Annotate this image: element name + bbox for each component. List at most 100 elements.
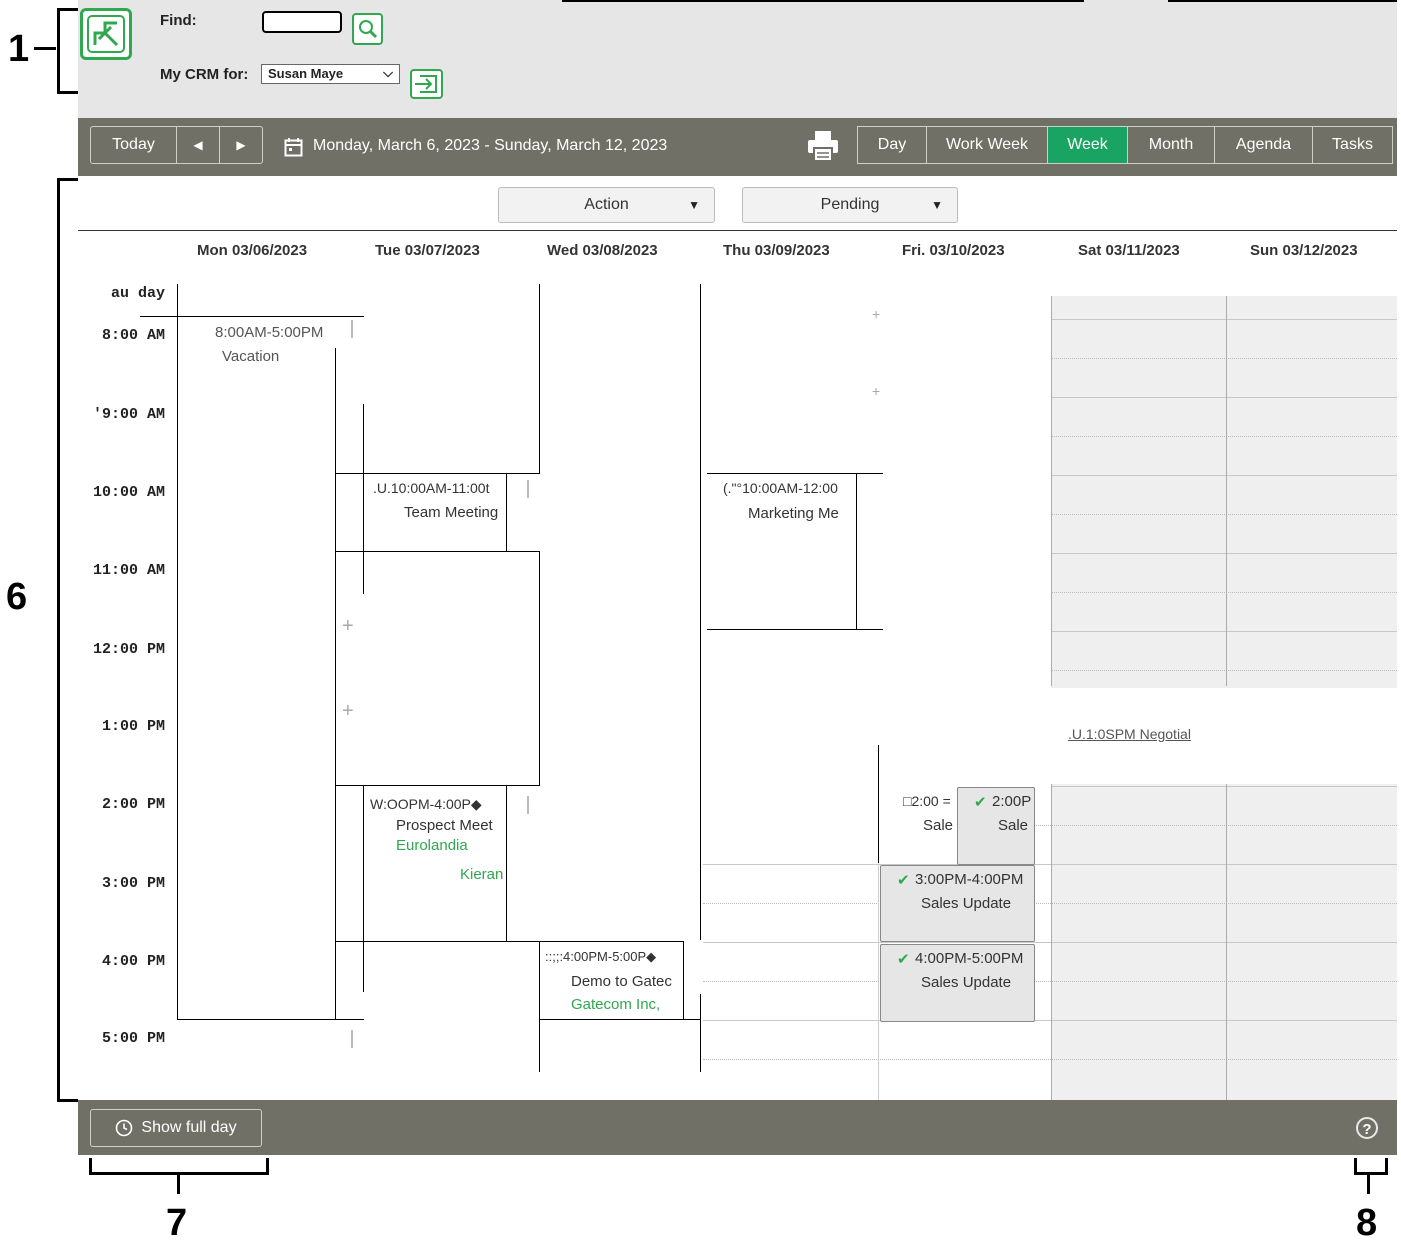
view-day-button[interactable]: Day xyxy=(858,127,927,163)
caret-down-icon: ▼ xyxy=(688,198,700,212)
check-icon: ✔ xyxy=(897,872,910,889)
chevron-down-icon: ⌵ xyxy=(383,65,393,80)
grid-line xyxy=(1051,786,1397,787)
time-label: 4:00 PM xyxy=(101,953,165,970)
event-sat-negotiation[interactable]: .U.1:0SPM Negotial xyxy=(1068,726,1191,742)
view-switcher: Day Work Week Week Month Agenda Tasks xyxy=(857,126,1393,164)
date-range: Monday, March 6, 2023 - Sunday, March 12… xyxy=(313,137,668,154)
search-icon xyxy=(359,20,378,39)
show-full-day-button[interactable]: Show full day xyxy=(90,1109,262,1147)
allday-label: au day xyxy=(110,285,165,302)
day-header-thu[interactable]: Thu 03/09/2023 xyxy=(723,242,830,259)
column-line xyxy=(700,994,701,1072)
enter-arrow-icon xyxy=(415,75,437,93)
grid-line-half xyxy=(1051,358,1397,359)
event-prospect-title: Prospect Meet xyxy=(396,817,493,834)
view-tasks-button[interactable]: Tasks xyxy=(1313,127,1392,163)
find-input[interactable] xyxy=(262,11,342,33)
column-line xyxy=(878,745,879,863)
callout-8-connector xyxy=(1367,1172,1370,1194)
grid-line-half xyxy=(703,981,1397,982)
day-header-sat[interactable]: Sat 03/11/2023 xyxy=(1078,242,1180,259)
add-event-plus-icon[interactable]: + xyxy=(872,383,880,399)
crm-logo-icon[interactable] xyxy=(80,8,132,60)
day-header-fri[interactable]: Fri. 03/10/2023 xyxy=(902,242,1005,259)
event-team-title: Team Meeting xyxy=(404,504,499,521)
callout-8: 8 xyxy=(1356,1202,1378,1244)
callout-7-connector xyxy=(177,1172,180,1194)
tick-mark xyxy=(527,480,529,498)
grid-line xyxy=(703,1020,1397,1021)
today-button[interactable]: Today xyxy=(90,126,177,164)
grid-line-half xyxy=(1051,514,1397,515)
event-prospect-company-link[interactable]: Eurolandia xyxy=(396,837,468,854)
time-label: 3:00 PM xyxy=(101,875,165,892)
grid-line-half xyxy=(1051,436,1397,437)
time-label: 2:00 PM xyxy=(101,796,165,813)
event-fri-d-time: 4:00PM-5:00PM xyxy=(915,950,1024,967)
event-vacation-time[interactable]: 8:00AM-5:00PM xyxy=(215,324,323,341)
column-line xyxy=(878,863,879,1100)
event-marketing-title[interactable]: Marketing Me xyxy=(748,505,839,522)
status-filter-dropdown[interactable]: Pending ▼ xyxy=(742,187,958,223)
top-edge-line xyxy=(1168,0,1397,2)
event-marketing-time[interactable]: (."°10:00AM-12:00 xyxy=(723,480,838,496)
row-line xyxy=(140,316,364,317)
grid-line-half xyxy=(703,1059,1397,1060)
event-fri-sales-b[interactable]: ✔ 2:00P Sale xyxy=(957,787,1035,865)
bracket-1 xyxy=(57,8,78,94)
event-prospect-time: W:OOPM-4:00P◆ xyxy=(370,796,482,812)
view-month-button[interactable]: Month xyxy=(1128,127,1215,163)
find-search-button[interactable] xyxy=(352,13,383,45)
callout-7: 7 xyxy=(166,1202,188,1244)
add-event-plus-icon[interactable]: + xyxy=(342,615,354,638)
view-work-week-button[interactable]: Work Week xyxy=(927,127,1048,163)
view-agenda-button[interactable]: Agenda xyxy=(1215,127,1313,163)
filter-bar xyxy=(78,176,1397,231)
event-demo-company-link[interactable]: Gatecom Inc, xyxy=(571,996,660,1013)
crm-user-select[interactable]: Susan Maye ⌵ xyxy=(261,64,400,84)
day-header-mon[interactable]: Mon 03/06/2023 xyxy=(197,242,307,259)
event-fri-c-time: 3:00PM-4:00PM xyxy=(915,871,1024,888)
grid-line xyxy=(1051,475,1397,476)
go-button[interactable] xyxy=(410,69,443,99)
column-line xyxy=(700,284,701,940)
prev-week-button[interactable]: ◀ xyxy=(176,126,220,164)
event-fri-sales-update-4pm[interactable]: ✔ 4:00PM-5:00PM Sales Update xyxy=(880,944,1035,1022)
printer-icon[interactable] xyxy=(806,129,840,163)
grid-line xyxy=(1051,631,1397,632)
event-vacation-title[interactable]: Vacation xyxy=(222,348,279,365)
action-filter-dropdown[interactable]: Action ▼ xyxy=(498,187,715,223)
event-demo-title: Demo to Gatec xyxy=(571,973,672,990)
calendar-icon[interactable] xyxy=(284,137,303,157)
column-line xyxy=(1051,784,1052,1100)
time-label: 12:00 PM xyxy=(92,641,165,658)
day-header-wed[interactable]: Wed 03/08/2023 xyxy=(547,242,658,259)
caret-right-icon: ▶ xyxy=(236,138,246,152)
day-header-tue[interactable]: Tue 03/07/2023 xyxy=(375,242,480,259)
grid-line xyxy=(1051,319,1397,320)
check-icon: ✔ xyxy=(974,794,987,811)
question-circle-icon[interactable]: ? xyxy=(1356,1117,1378,1139)
column-line xyxy=(1226,296,1227,686)
grid-line xyxy=(703,864,1397,865)
day-header-sun[interactable]: Sun 03/12/2023 xyxy=(1250,242,1358,259)
event-fri-sales-update-3pm[interactable]: ✔ 3:00PM-4:00PM Sales Update xyxy=(880,865,1035,942)
view-week-button[interactable]: Week xyxy=(1048,127,1128,163)
show-full-day-label: Show full day xyxy=(141,1119,237,1136)
column-line xyxy=(539,552,540,786)
add-event-plus-icon[interactable]: + xyxy=(872,306,880,322)
crm-user-value: Susan Maye xyxy=(268,66,344,81)
callout-1: 1 xyxy=(8,28,30,70)
column-line xyxy=(1226,784,1227,1100)
event-fri-sales-a-title[interactable]: Sale xyxy=(923,817,953,834)
add-event-plus-icon[interactable]: + xyxy=(342,700,354,723)
event-prospect-contact-link[interactable]: Kieran xyxy=(460,866,503,883)
event-demo-time: ::;;:4:00PM-5:00P◆ xyxy=(545,949,657,964)
next-week-button[interactable]: ▶ xyxy=(219,126,263,164)
time-label: 5:00 PM xyxy=(101,1030,165,1047)
bracket-7 xyxy=(89,1158,269,1175)
event-fri-sales-a-time[interactable]: □2:00 = xyxy=(903,793,951,809)
grid-line-half xyxy=(703,903,1397,904)
top-edge-line xyxy=(562,0,1084,2)
